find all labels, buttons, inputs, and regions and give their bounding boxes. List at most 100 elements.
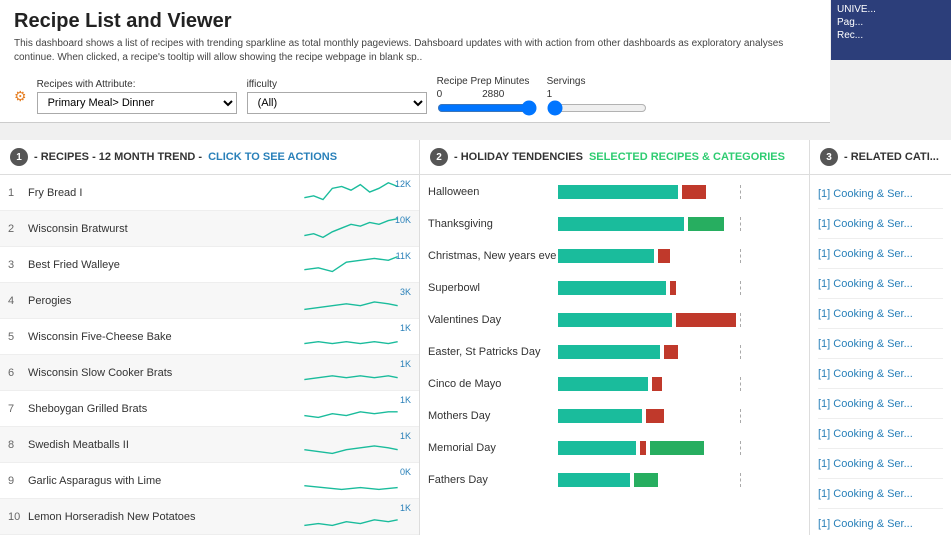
recipe-number: 6 bbox=[8, 367, 28, 379]
bar-secondary bbox=[640, 441, 646, 455]
servings-control: Servings 1 bbox=[547, 76, 647, 116]
attribute-control: Recipes with Attribute: Primary Meal> Di… bbox=[37, 79, 237, 114]
panel1-action[interactable]: CLICK TO SEE ACTIONS bbox=[208, 151, 337, 163]
holiday-name: Memorial Day bbox=[428, 442, 558, 454]
related-row[interactable]: [1] Cooking & Ser... bbox=[818, 329, 943, 359]
panel-holidays: 2 - HOLIDAY TENDENCIES SELECTED RECIPES … bbox=[420, 140, 810, 535]
recipe-name: Wisconsin Slow Cooker Brats bbox=[28, 367, 291, 379]
recipe-number: 9 bbox=[8, 475, 28, 487]
topbar-line2: Pag... bbox=[837, 17, 945, 28]
related-row[interactable]: [1] Cooking & Ser... bbox=[818, 479, 943, 509]
servings-range-slider[interactable] bbox=[547, 100, 647, 116]
recipe-row[interactable]: 7Sheboygan Grilled Brats1K bbox=[0, 391, 419, 427]
related-category-text: [1] Cooking & Ser... bbox=[818, 248, 913, 260]
bar-secondary bbox=[646, 409, 664, 423]
related-row[interactable]: [1] Cooking & Ser... bbox=[818, 509, 943, 535]
holiday-bar-container bbox=[558, 281, 801, 295]
recipe-number: 3 bbox=[8, 259, 28, 271]
holiday-bar-container bbox=[558, 345, 801, 359]
related-row[interactable]: [1] Cooking & Ser... bbox=[818, 389, 943, 419]
difficulty-select[interactable]: (All) bbox=[247, 92, 427, 114]
related-row[interactable]: [1] Cooking & Ser... bbox=[818, 269, 943, 299]
panel3-number: 3 bbox=[820, 148, 838, 166]
sparkline-svg bbox=[291, 359, 411, 387]
recipe-number: 1 bbox=[8, 187, 28, 199]
bar-primary bbox=[558, 377, 648, 391]
reference-line bbox=[740, 441, 741, 455]
prep-control: Recipe Prep Minutes 0 2880 bbox=[437, 76, 537, 116]
recipe-name: Wisconsin Five-Cheese Bake bbox=[28, 331, 291, 343]
holiday-name: Christmas, New years eve bbox=[428, 250, 558, 262]
sparkline-svg bbox=[291, 431, 411, 459]
attribute-select[interactable]: Primary Meal> Dinner bbox=[37, 92, 237, 114]
bar-primary bbox=[558, 313, 672, 327]
sparkline: 11K bbox=[291, 251, 411, 279]
difficulty-control: ifficulty (All) bbox=[247, 79, 427, 114]
related-category-text: [1] Cooking & Ser... bbox=[818, 488, 913, 500]
bar-tertiary bbox=[650, 441, 704, 455]
recipe-number: 2 bbox=[8, 223, 28, 235]
filter-icon[interactable]: ⚙ bbox=[14, 88, 27, 105]
related-row[interactable]: [1] Cooking & Ser... bbox=[818, 419, 943, 449]
related-row[interactable]: [1] Cooking & Ser... bbox=[818, 239, 943, 269]
recipe-row[interactable]: 8Swedish Meatballs II1K bbox=[0, 427, 419, 463]
related-categories-list: [1] Cooking & Ser...[1] Cooking & Ser...… bbox=[810, 175, 951, 535]
recipe-row[interactable]: 10Lemon Horseradish New Potatoes1K bbox=[0, 499, 419, 535]
recipe-number: 10 bbox=[8, 511, 28, 523]
holiday-row: Fathers Day bbox=[428, 467, 801, 493]
reference-line bbox=[740, 409, 741, 423]
holiday-bar-container bbox=[558, 473, 801, 487]
attribute-label: Recipes with Attribute: bbox=[37, 79, 237, 90]
panel1-title: - RECIPES - 12 MONTH TREND - bbox=[34, 151, 202, 163]
servings-min: 1 bbox=[547, 89, 553, 100]
sparkline-label: 11K bbox=[396, 251, 411, 261]
related-row[interactable]: [1] Cooking & Ser... bbox=[818, 209, 943, 239]
holiday-bar-container bbox=[558, 217, 801, 231]
holiday-row: Superbowl bbox=[428, 275, 801, 301]
related-category-text: [1] Cooking & Ser... bbox=[818, 188, 913, 200]
related-row[interactable]: [1] Cooking & Ser... bbox=[818, 449, 943, 479]
holiday-row: Memorial Day bbox=[428, 435, 801, 461]
prep-min: 0 bbox=[437, 89, 443, 100]
related-row[interactable]: [1] Cooking & Ser... bbox=[818, 179, 943, 209]
panel2-title: - HOLIDAY TENDENCIES bbox=[454, 151, 583, 163]
sparkline-label: 1K bbox=[400, 503, 411, 513]
recipe-row[interactable]: 2Wisconsin Bratwurst10K bbox=[0, 211, 419, 247]
sparkline-label: 0K bbox=[400, 467, 411, 477]
page-description: This dashboard shows a list of recipes w… bbox=[14, 37, 816, 65]
prep-range-slider[interactable] bbox=[437, 100, 537, 116]
sparkline: 1K bbox=[291, 323, 411, 351]
recipe-row[interactable]: 6Wisconsin Slow Cooker Brats1K bbox=[0, 355, 419, 391]
bar-secondary bbox=[682, 185, 706, 199]
recipe-row[interactable]: 9Garlic Asparagus with Lime0K bbox=[0, 463, 419, 499]
recipe-row[interactable]: 1Fry Bread I12K bbox=[0, 175, 419, 211]
bar-tertiary bbox=[688, 217, 724, 231]
bar-secondary bbox=[658, 249, 670, 263]
recipe-row[interactable]: 4Perogies3K bbox=[0, 283, 419, 319]
bar-secondary bbox=[652, 377, 662, 391]
recipe-list: 1Fry Bread I12K2Wisconsin Bratwurst10K3B… bbox=[0, 175, 419, 535]
recipe-number: 5 bbox=[8, 331, 28, 343]
holiday-bar-container bbox=[558, 185, 801, 199]
panel-recipes: 1 - RECIPES - 12 MONTH TREND - CLICK TO … bbox=[0, 140, 420, 535]
recipe-row[interactable]: 5Wisconsin Five-Cheese Bake1K bbox=[0, 319, 419, 355]
sparkline: 1K bbox=[291, 359, 411, 387]
panel1-number: 1 bbox=[10, 148, 28, 166]
related-category-text: [1] Cooking & Ser... bbox=[818, 278, 913, 290]
sparkline-svg bbox=[291, 215, 411, 243]
related-row[interactable]: [1] Cooking & Ser... bbox=[818, 359, 943, 389]
bar-secondary bbox=[670, 281, 676, 295]
panel3-header: 3 - RELATED CATI... bbox=[810, 140, 951, 175]
sparkline-label: 1K bbox=[400, 395, 411, 405]
recipe-row[interactable]: 3Best Fried Walleye11K bbox=[0, 247, 419, 283]
related-category-text: [1] Cooking & Ser... bbox=[818, 518, 913, 530]
bar-tertiary bbox=[634, 473, 658, 487]
holiday-row: Cinco de Mayo bbox=[428, 371, 801, 397]
sparkline: 10K bbox=[291, 215, 411, 243]
sparkline: 12K bbox=[291, 179, 411, 207]
related-category-text: [1] Cooking & Ser... bbox=[818, 218, 913, 230]
sparkline-svg bbox=[291, 179, 411, 207]
bar-secondary bbox=[676, 313, 736, 327]
related-row[interactable]: [1] Cooking & Ser... bbox=[818, 299, 943, 329]
prep-max: 2880 bbox=[482, 89, 504, 100]
